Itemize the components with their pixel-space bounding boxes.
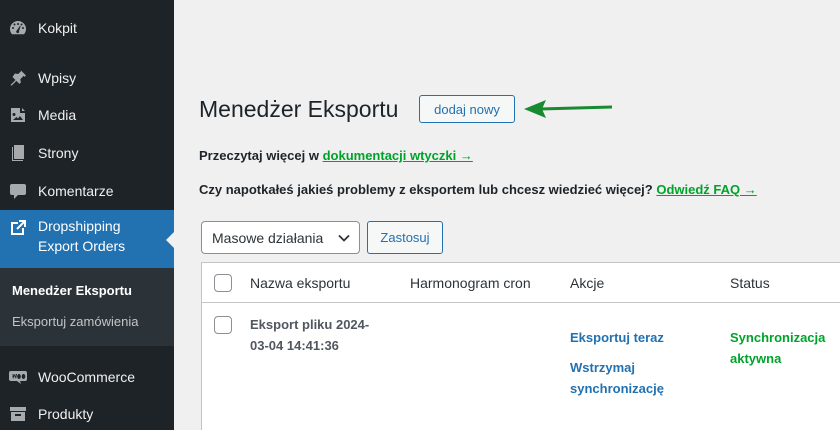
docs-link[interactable]: dokumentacji wtyczki →	[323, 148, 473, 163]
status-line2: aktywna	[730, 351, 782, 366]
table-header: Nazwa eksportu Harmonogram cron Akcje St…	[202, 263, 840, 303]
pause-sync-link[interactable]: Wstrzymaj synchronizację	[570, 357, 664, 399]
submenu-item-menedzer-eksportu[interactable]: Menedżer Eksportu	[12, 283, 132, 298]
bulk-actions-select[interactable]: Masowe działania	[201, 221, 360, 254]
faq-info-text: Czy napotkałeś jakieś problemy z eksport…	[199, 182, 653, 197]
sidebar-item-kokpit[interactable]: Kokpit	[0, 11, 174, 45]
export-now-link[interactable]: Eksportuj teraz	[570, 327, 664, 348]
docs-info-text: Przeczytaj więcej w	[199, 148, 319, 163]
submenu-item-eksportuj-zamowienia[interactable]: Eksportuj zamówienia	[12, 314, 138, 329]
faq-info-line: Czy napotkałeś jakieś problemy z eksport…	[199, 182, 757, 197]
archive-icon	[8, 404, 28, 424]
page-title: Menedżer Eksportu	[199, 96, 399, 122]
status-cell: Synchronizacja aktywna	[730, 327, 840, 369]
main-content: Menedżer Eksportu dodaj nowy Przeczytaj …	[174, 0, 840, 430]
sidebar-submenu: Menedżer Eksportu Eksportuj zamówienia	[0, 268, 174, 346]
bulk-actions-value: Masowe działania	[212, 229, 324, 246]
chevron-down-icon	[338, 234, 350, 242]
sidebar-item-label: Kokpit	[38, 20, 77, 36]
faq-link[interactable]: Odwiedź FAQ →	[656, 182, 756, 197]
export-name-cell: Eksport pliku 2024- 03-04 14:41:36	[250, 314, 390, 356]
sidebar-item-label-line2: Export Orders	[38, 238, 126, 254]
sidebar-item-komentarze[interactable]: Komentarze	[0, 174, 174, 208]
sidebar-item-label: Wpisy	[38, 70, 77, 86]
media-icon	[8, 105, 28, 125]
add-new-button[interactable]: dodaj nowy	[419, 95, 515, 123]
sidebar-item-label: Media	[38, 107, 77, 123]
sidebar-item-media[interactable]: Media	[0, 98, 174, 132]
sidebar-item-label: Strony	[38, 145, 79, 161]
external-link-icon	[8, 218, 28, 238]
sidebar-item-label-line1: Dropshipping	[38, 218, 121, 234]
sidebar-item-label: Dropshipping Export Orders	[38, 216, 125, 256]
sidebar-item-label: WooCommerce	[38, 369, 135, 385]
column-header-cron: Harmonogram cron	[410, 275, 531, 291]
sidebar-item-label: Komentarze	[38, 183, 114, 199]
pause-sync-line1: Wstrzymaj	[570, 360, 636, 375]
select-all-checkbox[interactable]	[214, 274, 232, 292]
column-header-actions: Akcje	[570, 275, 605, 291]
admin-sidebar: Kokpit Wpisy Media Strony Komentarze Dro…	[0, 0, 174, 430]
pin-icon	[8, 68, 28, 88]
sidebar-item-produkty[interactable]: Produkty	[0, 397, 174, 430]
actions-cell: Eksportuj teraz Wstrzymaj synchronizację	[570, 327, 664, 399]
sidebar-item-strony[interactable]: Strony	[0, 136, 174, 170]
column-header-name[interactable]: Nazwa eksportu	[250, 275, 350, 291]
sidebar-item-woocommerce[interactable]: WooCommerce	[0, 360, 174, 394]
sidebar-item-dropshipping-export-orders[interactable]: Dropshipping Export Orders	[0, 210, 174, 268]
pages-icon	[8, 143, 28, 163]
woocommerce-icon	[8, 367, 28, 387]
docs-info-line: Przeczytaj więcej w dokumentacji wtyczki…	[199, 148, 473, 163]
export-name-line2: 03-04 14:41:36	[250, 338, 339, 353]
active-indicator	[166, 232, 174, 248]
apply-button[interactable]: Zastosuj	[367, 221, 443, 254]
sidebar-item-label: Produkty	[38, 406, 94, 422]
dashboard-icon	[8, 18, 28, 38]
status-line1: Synchronizacja	[730, 330, 826, 345]
sidebar-item-wpisy[interactable]: Wpisy	[0, 61, 174, 95]
exports-table: Nazwa eksportu Harmonogram cron Akcje St…	[201, 262, 840, 430]
pause-sync-line2: synchronizację	[570, 381, 664, 396]
export-name-line1: Eksport pliku 2024-	[250, 317, 370, 332]
comment-icon	[8, 181, 28, 201]
arrow-left-icon	[524, 100, 612, 118]
column-header-status: Status	[730, 275, 770, 291]
row-checkbox[interactable]	[214, 316, 232, 334]
